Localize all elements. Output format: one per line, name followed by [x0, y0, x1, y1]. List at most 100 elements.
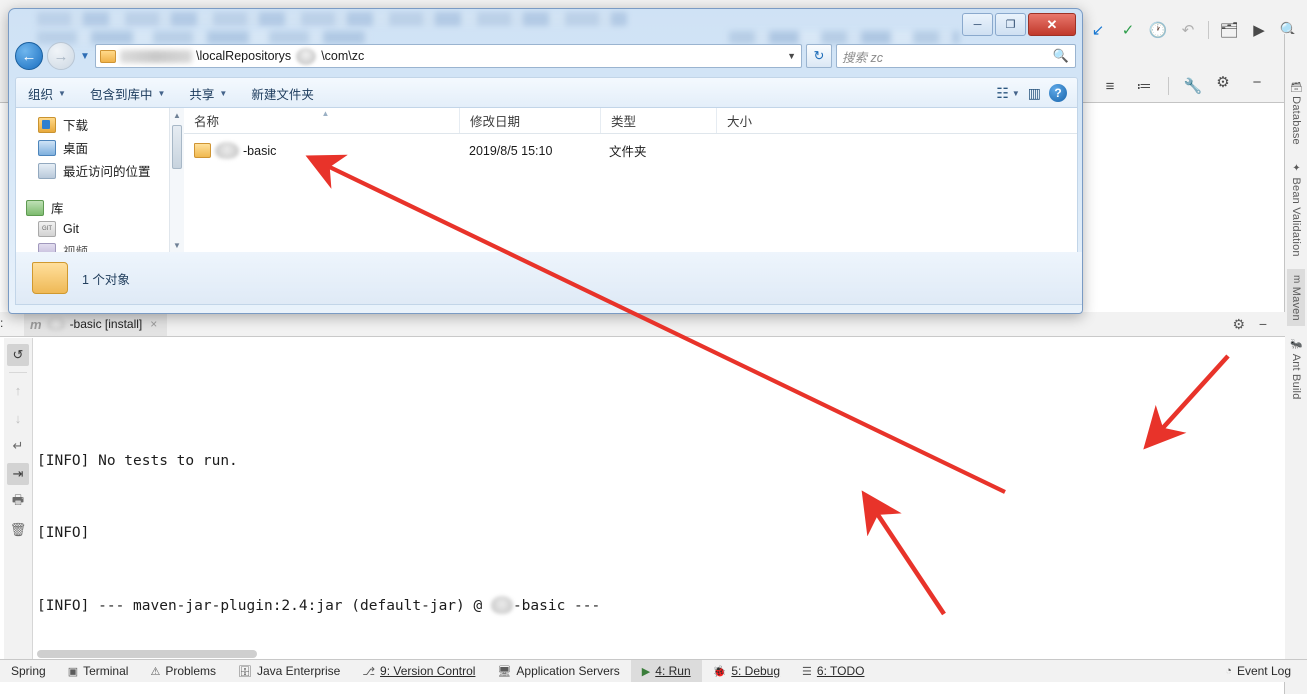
status-item-java-enterprise[interactable]: 🗄 Java Enterprise — [227, 660, 351, 682]
include-in-library-menu[interactable]: 包含到库中 ▼ — [78, 78, 177, 108]
console-horizontal-scrollbar[interactable] — [37, 650, 257, 658]
collapse-all-icon[interactable]: ≔ — [1134, 76, 1154, 96]
new-folder-button[interactable]: 新建文件夹 — [239, 78, 326, 108]
search-box[interactable]: 搜索 zc 🔍 — [836, 44, 1076, 68]
history-dropdown-icon[interactable]: ▼ — [79, 51, 91, 62]
todo-icon: ☰ — [802, 665, 812, 678]
new-folder-label: 新建文件夹 — [251, 87, 314, 102]
explorer-title-bar[interactable]: ─ ❐ ✕ — [9, 9, 1082, 44]
view-mode-icon[interactable]: ☷ ▼ — [996, 85, 1019, 102]
close-icon[interactable]: × — [150, 317, 157, 331]
right-tool-strip: 🗃 Database ✦ Bean Validation m Maven 🐜 A… — [1284, 34, 1307, 694]
status-item-event-log[interactable]: ◔ Event Log — [1225, 664, 1307, 678]
minimize-button[interactable]: ─ — [962, 13, 993, 36]
status-item-label: 6: TODO — [816, 664, 865, 678]
folder-icon — [194, 143, 211, 158]
organize-menu[interactable]: 组织 ▼ — [16, 78, 78, 108]
status-item-problems[interactable]: ⚠ Problems — [139, 660, 227, 682]
column-header-name[interactable]: ▲ 名称 — [184, 108, 459, 133]
scrollbar-thumb[interactable] — [172, 125, 182, 169]
toolbar-divider — [1208, 21, 1209, 39]
nav-item-downloads[interactable]: 下载 — [16, 113, 184, 136]
expand-all-icon[interactable]: ≡ — [1100, 76, 1120, 96]
up-arrow-icon[interactable]: ↑ — [7, 379, 29, 401]
maven-icon: m — [1291, 274, 1302, 284]
right-tab-database[interactable]: 🗃 Database — [1287, 74, 1305, 151]
search-icon[interactable]: 🔍 — [1053, 48, 1069, 64]
update-project-icon[interactable]: ↙ — [1088, 20, 1108, 40]
address-path-suffix: \localRepositorys — [196, 49, 292, 63]
warning-icon: ⚠ — [150, 665, 161, 678]
nav-item-libraries[interactable]: 库 — [16, 196, 184, 219]
database-icon: 🗃 — [1291, 80, 1302, 93]
history-icon[interactable]: 🕐 — [1148, 20, 1168, 40]
share-menu[interactable]: 共享 ▼ — [177, 78, 239, 108]
explorer-view-controls: ☷ ▼ ▥ ? — [996, 84, 1077, 102]
column-header-date-modified[interactable]: 修改日期 — [459, 108, 600, 133]
nav-item-label: Git — [63, 222, 79, 236]
maximize-button[interactable]: ❐ — [995, 13, 1026, 36]
table-row[interactable]: -basic 2019/8/5 15:10 文件夹 — [184, 138, 1077, 163]
address-bar[interactable]: \localRepositorys \com\zc ▼ — [95, 44, 802, 68]
rollback-icon[interactable]: ↶ — [1178, 20, 1198, 40]
minimize-icon[interactable]: − — [1259, 316, 1267, 332]
nav-scrollbar[interactable]: ▲ ▼ — [169, 108, 184, 253]
wrench-icon[interactable]: 🔧 — [1183, 76, 1203, 96]
status-item-application-servers[interactable]: 🖥 Application Servers — [486, 660, 630, 682]
console-tab-install[interactable]: m -basic [install] × — [24, 312, 168, 336]
file-name-label: -basic — [243, 143, 277, 158]
status-item-todo[interactable]: ☰ 6: TODO — [791, 660, 875, 682]
status-item-label: Application Servers — [516, 664, 620, 678]
trash-icon[interactable]: 🗑 — [7, 519, 29, 541]
forward-button[interactable]: → — [47, 42, 75, 70]
nav-item-desktop[interactable]: 桌面 — [16, 136, 184, 159]
refresh-button[interactable]: ↻ — [806, 44, 832, 68]
nav-item-recent-places[interactable]: 最近访问的位置 — [16, 159, 184, 182]
status-item-version-control[interactable]: ⎇ 9: Version Control — [351, 660, 486, 682]
chevron-down-icon[interactable]: ▼ — [787, 51, 796, 61]
status-item-label: 4: Run — [655, 664, 691, 678]
explorer-body: 下载 桌面 最近访问的位置 库 GIT Git 视频 ▲ ▼ ▲ 名称 修改日期… — [15, 107, 1078, 254]
run-icon[interactable]: ▶ — [1249, 20, 1269, 40]
maven-icon: m — [30, 316, 42, 332]
back-button[interactable]: ← — [15, 42, 43, 70]
rerun-icon[interactable]: ↺ — [7, 344, 29, 366]
right-tab-bean-validation[interactable]: ✦ Bean Validation — [1287, 157, 1305, 263]
cell-type: 文件夹 — [609, 145, 647, 159]
status-item-spring[interactable]: Spring — [0, 660, 57, 682]
commit-icon[interactable]: ✓ — [1118, 20, 1138, 40]
column-header-size[interactable]: 大小 — [716, 108, 812, 133]
right-tab-label: Bean Validation — [1290, 177, 1302, 257]
server-icon: 🖥 — [497, 665, 512, 678]
console-line: [INFO] --- maven-jar-plugin:2.4:jar (def… — [37, 594, 1285, 618]
status-item-run[interactable]: ▶ 4: Run — [630, 660, 702, 682]
status-item-terminal[interactable]: ▣ Terminal — [57, 660, 140, 682]
status-item-debug[interactable]: 🐞 5: Debug — [702, 660, 791, 682]
settings-gear-icon[interactable]: ⚙ — [1232, 316, 1245, 333]
soft-wrap-icon[interactable]: ↵ — [7, 435, 29, 457]
explorer-file-list[interactable]: ▲ 名称 修改日期 类型 大小 -basic 2019/8/5 15:10 文件… — [184, 108, 1077, 253]
help-icon[interactable]: ? — [1049, 84, 1067, 102]
down-arrow-icon[interactable]: ↓ — [7, 407, 29, 429]
print-icon[interactable]: 🖶 — [7, 491, 29, 513]
run-config-icon[interactable]: 🗂 — [1219, 20, 1239, 40]
column-header-type[interactable]: 类型 — [600, 108, 716, 133]
divider — [9, 372, 27, 373]
console-output[interactable]: [INFO] No tests to run. [INFO] [INFO] --… — [37, 338, 1285, 654]
folder-icon — [32, 262, 68, 294]
nav-item-label: 桌面 — [63, 142, 89, 156]
right-tab-ant-build[interactable]: 🐜 Ant Build — [1287, 332, 1305, 406]
nav-item-label: 最近访问的位置 — [63, 165, 151, 179]
file-explorer-window[interactable]: ─ ❐ ✕ ← → ▼ \localRepositorys \com\zc ▼ … — [8, 8, 1083, 314]
vcs-icon: ⎇ — [362, 665, 376, 678]
console-line-post: -basic --- — [512, 598, 601, 614]
nav-item-git[interactable]: GIT Git — [16, 219, 184, 239]
right-tab-maven[interactable]: m Maven — [1287, 268, 1305, 327]
preview-pane-icon[interactable]: ▥ — [1028, 85, 1041, 102]
console-sidebar: ↺ ↑ ↓ ↵ ⇥ 🖶 🗑 — [4, 338, 33, 664]
close-button[interactable]: ✕ — [1028, 13, 1076, 36]
scroll-down-icon[interactable]: ▼ — [170, 238, 184, 253]
scroll-to-end-icon[interactable]: ⇥ — [7, 463, 29, 485]
scroll-up-icon[interactable]: ▲ — [170, 108, 184, 123]
nav-item-label: 下载 — [63, 119, 89, 133]
